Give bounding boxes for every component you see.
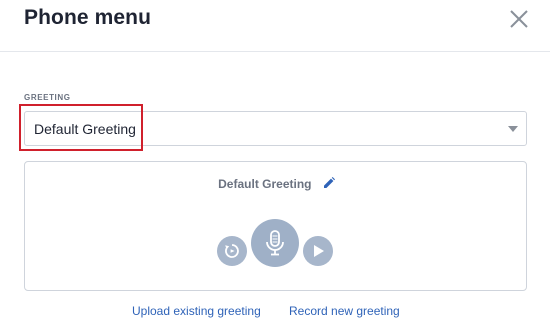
greeting-panel: Default Greeting [24, 161, 527, 291]
record-mic-button[interactable] [251, 219, 299, 267]
greeting-select[interactable]: Default Greeting [24, 111, 527, 146]
close-icon [506, 6, 532, 32]
panel-title: Default Greeting [218, 177, 312, 191]
greeting-label: GREETING [24, 93, 71, 102]
record-greeting-link[interactable]: Record new greeting [289, 304, 400, 318]
upload-greeting-link[interactable]: Upload existing greeting [132, 304, 261, 318]
pencil-icon[interactable] [323, 177, 335, 189]
close-button[interactable] [506, 6, 532, 32]
dialog-title: Phone menu [24, 6, 152, 29]
play-button[interactable] [303, 236, 333, 266]
microphone-icon [264, 230, 286, 256]
greeting-select-value: Default Greeting [34, 121, 136, 137]
panel-title-row: Default Greeting [25, 177, 528, 191]
play-icon [310, 243, 326, 259]
replay-button[interactable] [217, 236, 247, 266]
chevron-down-icon [508, 126, 518, 132]
replay-icon [223, 242, 241, 260]
dialog-header: Phone menu [0, 0, 550, 52]
